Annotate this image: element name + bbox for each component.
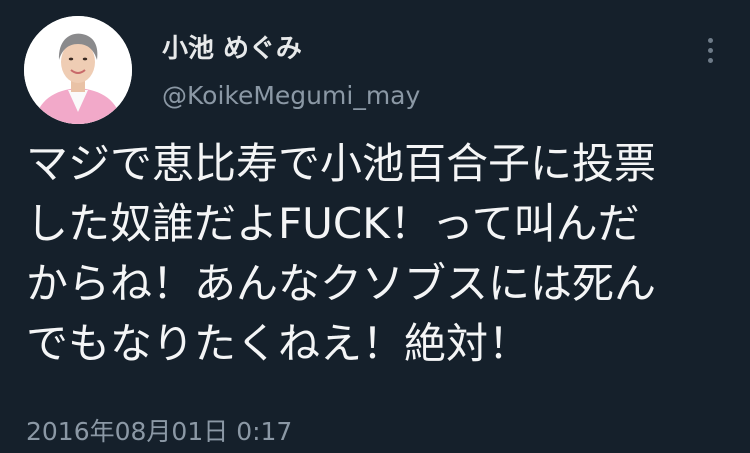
tweet-text-line: した奴誰だよFUCK！って叫んだ <box>26 199 640 248</box>
user-handle[interactable]: @KoikeMegumi_may <box>162 80 420 112</box>
tweet-text-line: でもなりたくねえ！絶対！ <box>26 319 531 368</box>
tweet-text-line: マジで恵比寿で小池百合子に投票 <box>26 139 657 188</box>
profile-photo <box>24 16 132 124</box>
more-dot <box>707 57 713 63</box>
tweet-timestamp[interactable]: 2016年08月01日 0:17 <box>26 414 292 450</box>
tweet-text: マジで恵比寿で小池百合子に投票 した奴誰だよFUCK！って叫んだ からね！あんな… <box>26 134 738 374</box>
more-vertical-icon[interactable] <box>696 30 724 70</box>
tweet-card: 小池 めぐみ @KoikeMegumi_may マジで恵比寿で小池百合子に投票 … <box>0 0 750 453</box>
more-dot <box>707 47 713 53</box>
tweet-text-line: からね！あんなクソブスには死ん <box>26 259 657 308</box>
avatar[interactable] <box>24 16 132 124</box>
display-name[interactable]: 小池 めぐみ <box>162 32 302 66</box>
more-dot <box>707 37 713 43</box>
